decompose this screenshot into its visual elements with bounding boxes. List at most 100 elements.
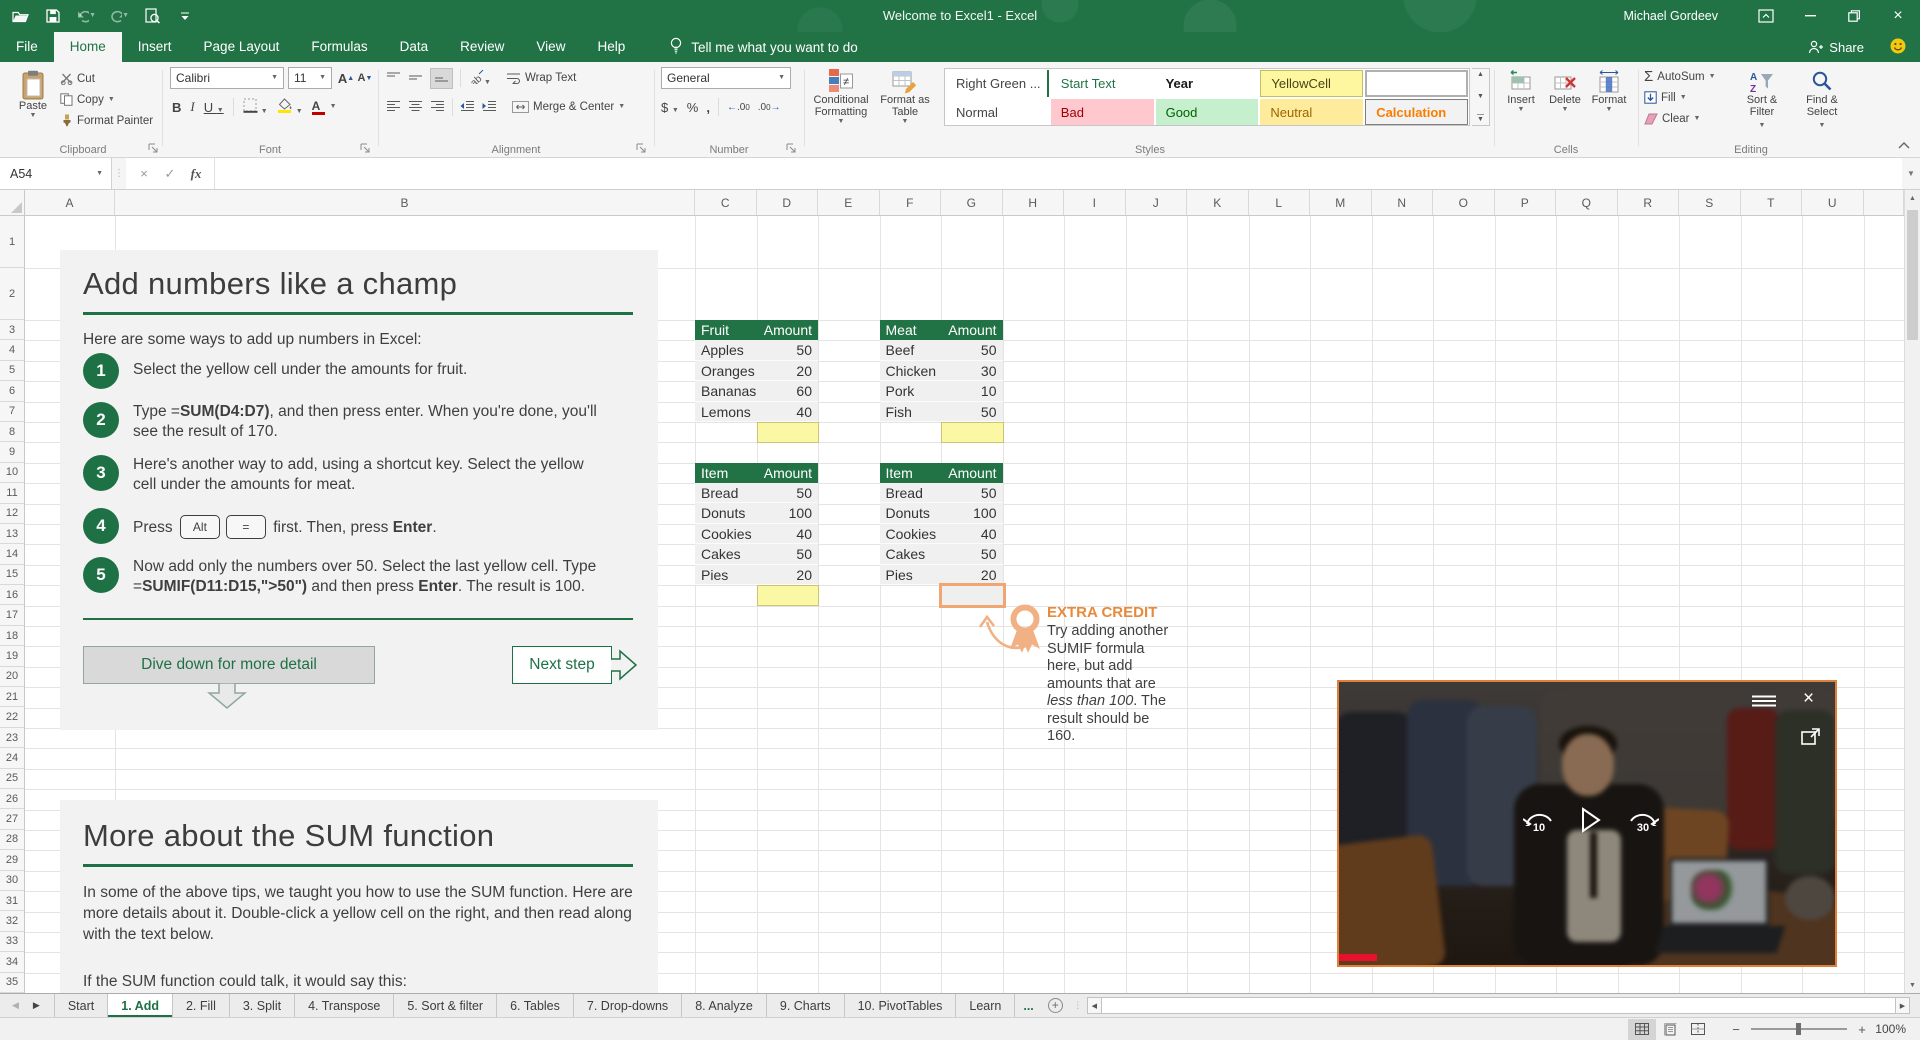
scroll-up-icon[interactable]: ▲ bbox=[1905, 190, 1920, 206]
cell-style-year[interactable]: Year bbox=[1156, 70, 1259, 97]
yellow-formula-cell[interactable] bbox=[756, 422, 819, 444]
scroll-right-icon[interactable]: ▶ bbox=[1895, 997, 1910, 1014]
zoom-in-button[interactable]: + bbox=[1856, 1022, 1868, 1037]
column-header-q[interactable]: Q bbox=[1556, 190, 1618, 215]
video-menu-icon[interactable] bbox=[1752, 694, 1776, 712]
column-headers[interactable]: ABCDEFGHIJKLMNOPQRSTU bbox=[25, 190, 1904, 216]
ribbon-tab-review[interactable]: Review bbox=[444, 32, 520, 62]
table-row[interactable]: Bananas 60 bbox=[695, 381, 818, 402]
sheet-tab-4-transpose[interactable]: 4. Transpose bbox=[295, 994, 395, 1017]
cell-style-neutral[interactable]: Neutral bbox=[1260, 99, 1364, 125]
confirm-entry-icon[interactable]: ✓ bbox=[158, 166, 182, 182]
tell-me-box[interactable]: Tell me what you want to do bbox=[669, 32, 858, 62]
row-header-10[interactable]: 10 bbox=[0, 463, 24, 484]
row-header-18[interactable]: 18 bbox=[0, 626, 24, 647]
sheet-tab-10-pivottables[interactable]: 10. PivotTables bbox=[845, 994, 957, 1017]
paste-button[interactable]: Paste ▼ bbox=[10, 66, 56, 120]
table-row[interactable]: Chicken 30 bbox=[879, 360, 1003, 382]
table-row[interactable]: Pork 10 bbox=[879, 381, 1003, 402]
ribbon-tab-home[interactable]: Home bbox=[53, 32, 122, 62]
italic-button[interactable]: I bbox=[190, 99, 194, 115]
feedback-smiley-icon[interactable] bbox=[1890, 38, 1906, 57]
table-row[interactable]: Cakes 50 bbox=[695, 544, 818, 565]
align-middle-icon[interactable] bbox=[408, 71, 423, 86]
row-header-19[interactable]: 19 bbox=[0, 646, 24, 667]
font-color-button[interactable]: A bbox=[311, 99, 325, 115]
page-layout-view-button[interactable] bbox=[1656, 1019, 1684, 1040]
sheet-tab-2-fill[interactable]: 2. Fill bbox=[173, 994, 230, 1017]
column-header-j[interactable]: J bbox=[1126, 190, 1187, 215]
column-header-k[interactable]: K bbox=[1187, 190, 1249, 215]
row-header-11[interactable]: 11 bbox=[0, 483, 24, 504]
undo-icon[interactable]: ▼ bbox=[76, 5, 96, 27]
align-top-icon[interactable] bbox=[386, 71, 401, 86]
video-play-button[interactable] bbox=[1581, 807, 1601, 838]
normal-view-button[interactable] bbox=[1628, 1018, 1656, 1040]
gallery-up-icon[interactable]: ▲ bbox=[1477, 71, 1484, 78]
increase-decimal-button[interactable]: ←.00 bbox=[727, 102, 750, 113]
ribbon-tab-file[interactable]: File bbox=[0, 32, 54, 62]
increase-font-size-button[interactable]: A ▲ bbox=[336, 67, 356, 89]
fill-button[interactable]: Fill ▼ bbox=[1644, 87, 1716, 108]
video-forward-30-button[interactable]: 30 bbox=[1627, 808, 1660, 834]
column-header-h[interactable]: H bbox=[1003, 190, 1064, 215]
prev-sheet-icon[interactable]: ◀ bbox=[12, 1000, 19, 1011]
delete-cells-button[interactable]: Delete ▼ bbox=[1544, 66, 1586, 114]
row-header-28[interactable]: 28 bbox=[0, 830, 24, 851]
open-icon[interactable] bbox=[10, 5, 30, 27]
percent-style-button[interactable]: % bbox=[687, 100, 699, 115]
row-header-1[interactable]: 1 bbox=[0, 216, 24, 268]
ribbon-tab-view[interactable]: View bbox=[520, 32, 581, 62]
ribbon-tab-formulas[interactable]: Formulas bbox=[295, 32, 383, 62]
row-header-20[interactable]: 20 bbox=[0, 667, 24, 688]
sheet-tab-5-sort-filter[interactable]: 5. Sort & filter bbox=[394, 994, 498, 1017]
table-row[interactable]: Bread 50 bbox=[879, 483, 1003, 504]
row-header-25[interactable]: 25 bbox=[0, 769, 24, 789]
column-header-m[interactable]: M bbox=[1310, 190, 1372, 215]
table-row[interactable]: Pies 20 bbox=[879, 564, 1003, 586]
table-items-1[interactable]: Item Amount Bread 50 Donuts 100 Cookies 40 Cakes… bbox=[695, 462, 819, 607]
row-header-15[interactable]: 15 bbox=[0, 565, 24, 586]
gallery-expand-icon[interactable]: ▼ bbox=[1477, 114, 1484, 123]
number-format-select[interactable]: General ▼ bbox=[661, 67, 791, 89]
cut-button[interactable]: Cut bbox=[60, 68, 153, 89]
merge-center-button[interactable]: Merge & Center ▼ bbox=[512, 97, 625, 118]
ribbon-tab-help[interactable]: Help bbox=[581, 32, 641, 62]
column-header-n[interactable]: N bbox=[1372, 190, 1433, 215]
ribbon-tab-insert[interactable]: Insert bbox=[122, 32, 188, 62]
column-header-u[interactable]: U bbox=[1802, 190, 1864, 215]
row-header-14[interactable]: 14 bbox=[0, 544, 24, 565]
formula-input[interactable] bbox=[215, 158, 1902, 189]
column-header-g[interactable]: G bbox=[941, 190, 1003, 215]
table-row[interactable]: Cookies 40 bbox=[879, 523, 1003, 545]
column-header-i[interactable]: I bbox=[1064, 190, 1126, 215]
comma-style-button[interactable]: , bbox=[706, 100, 710, 115]
close-icon[interactable]: × bbox=[1876, 0, 1920, 32]
account-name[interactable]: Michael Gordeev bbox=[1624, 9, 1719, 23]
vertical-scroll-thumb[interactable] bbox=[1907, 210, 1918, 340]
cell-style-right-green[interactable]: Right Green ... bbox=[946, 70, 1049, 97]
next-sheet-icon[interactable]: ▶ bbox=[33, 1000, 40, 1011]
tabbar-splitter[interactable]: ⋮ bbox=[1073, 994, 1083, 1017]
select-all-corner[interactable] bbox=[0, 190, 25, 216]
table-meat[interactable]: Meat Amount Beef 50 Chicken 30 Pork 10 Fish 50 bbox=[879, 320, 1004, 444]
row-header-30[interactable]: 30 bbox=[0, 871, 24, 891]
print-preview-icon[interactable] bbox=[142, 5, 162, 27]
share-button[interactable]: Share bbox=[1808, 40, 1864, 55]
column-header-c[interactable]: C bbox=[695, 190, 757, 215]
table-fruit[interactable]: Fruit Amount Apples 50 Oranges 20 Bananas 60 Lem… bbox=[695, 320, 819, 444]
video-progress-bar[interactable] bbox=[1339, 954, 1377, 961]
row-header-9[interactable]: 9 bbox=[0, 442, 24, 463]
align-left-icon[interactable] bbox=[386, 100, 401, 115]
row-header-16[interactable]: 16 bbox=[0, 585, 24, 606]
row-header-12[interactable]: 12 bbox=[0, 504, 24, 524]
sort-filter-button[interactable]: AZ Sort & Filter ▼ bbox=[1734, 66, 1790, 130]
table-row[interactable]: Donuts 100 bbox=[695, 503, 818, 524]
video-rewind-10-button[interactable]: 10 bbox=[1522, 808, 1555, 834]
table-row[interactable]: Lemons 40 bbox=[695, 401, 818, 422]
bold-button[interactable]: B bbox=[172, 100, 181, 115]
cancel-entry-icon[interactable]: × bbox=[132, 166, 156, 181]
table-row[interactable]: Cakes 50 bbox=[879, 544, 1003, 565]
format-cells-button[interactable]: Format ▼ bbox=[1588, 66, 1630, 114]
name-box[interactable]: A54 ▼ bbox=[0, 158, 112, 189]
